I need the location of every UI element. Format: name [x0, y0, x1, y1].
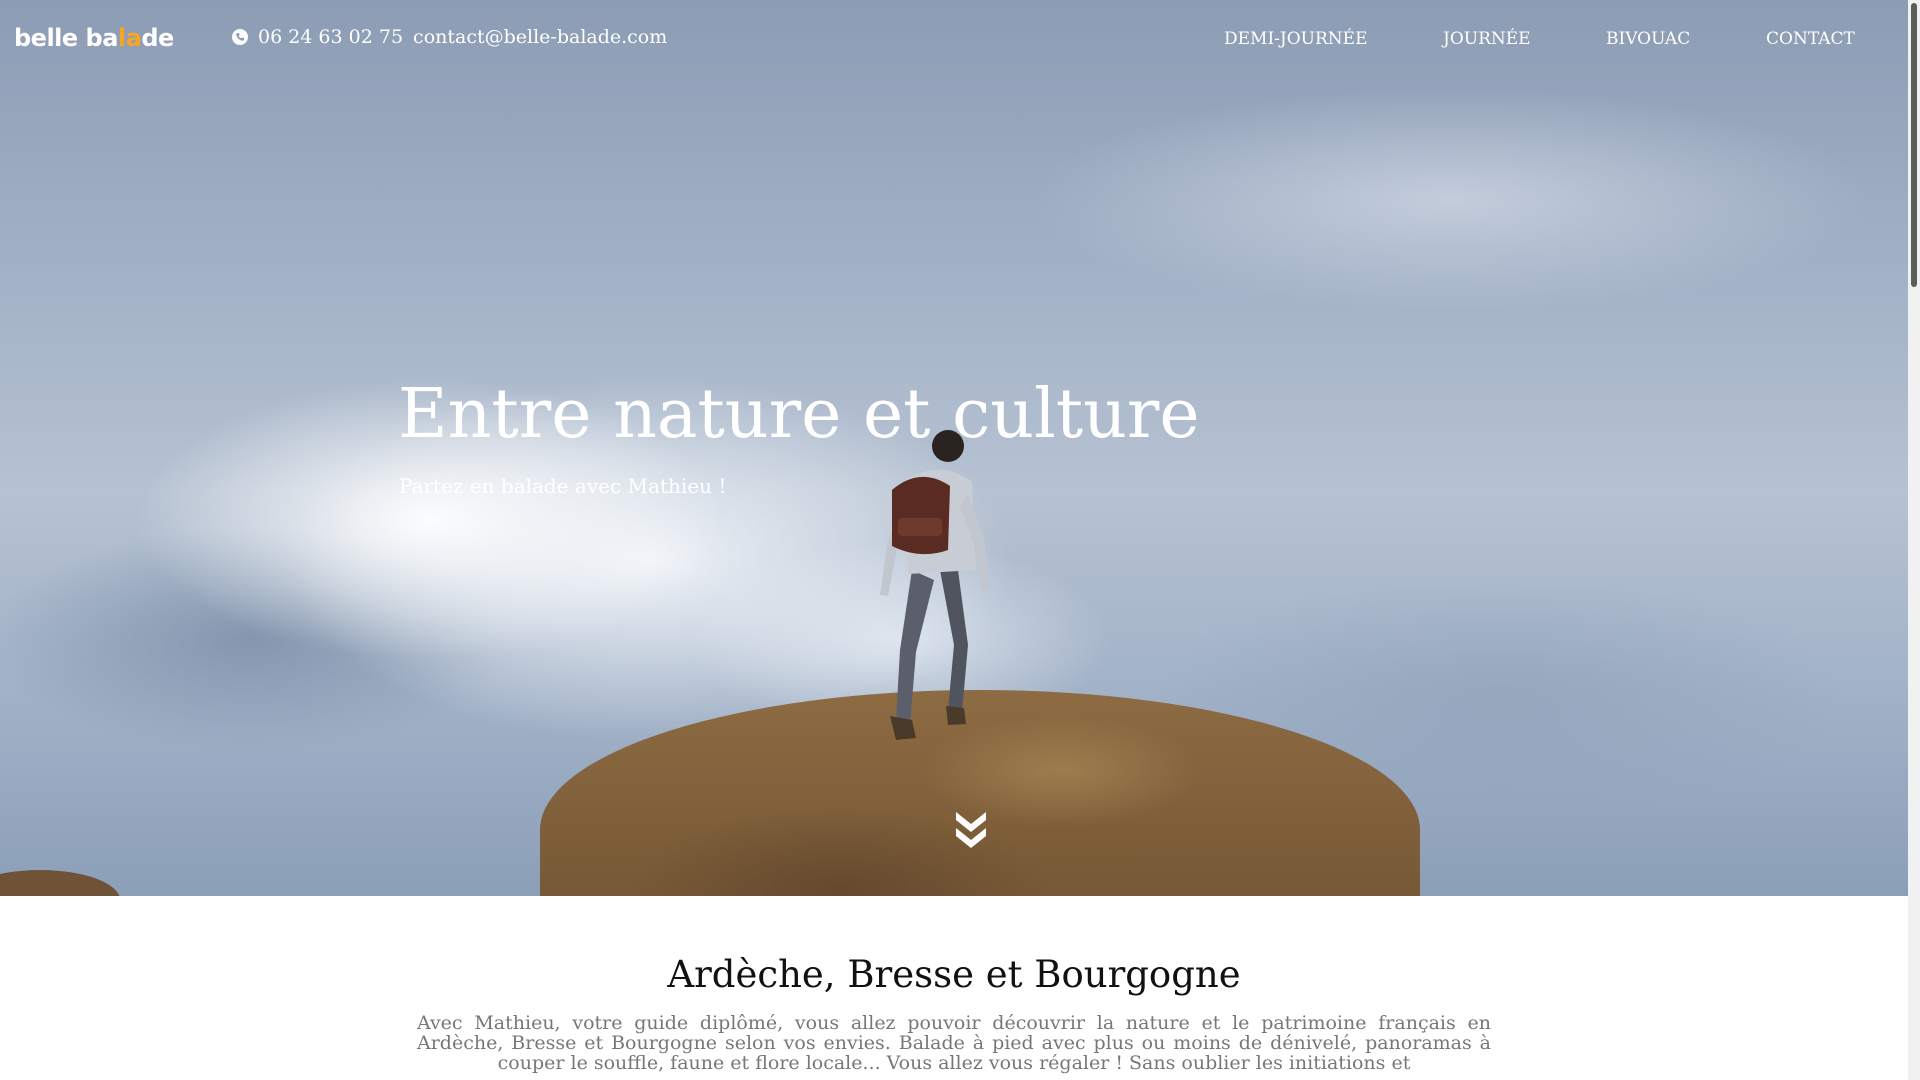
section-title: Ardèche, Bresse et Bourgogne	[667, 953, 1241, 996]
nav-journee[interactable]: JOURNÉE	[1443, 29, 1531, 49]
intro-paragraph: Avec Mathieu, votre guide diplômé, vous …	[417, 1012, 1491, 1074]
page-scrollbar[interactable]	[1908, 0, 1920, 1080]
rock-left	[0, 870, 120, 896]
hero-title: Entre nature et culture	[398, 375, 1200, 454]
nav-contact[interactable]: CONTACT	[1766, 29, 1855, 49]
hiker-figure	[880, 430, 990, 740]
scrollbar-thumb[interactable]	[1911, 3, 1917, 287]
nav-demi-journee[interactable]: DEMI-JOURNÉE	[1224, 29, 1367, 49]
double-chevron-down-icon[interactable]	[952, 808, 990, 852]
main-nav: DEMI-JOURNÉE JOURNÉE BIVOUAC CONTACT	[0, 29, 1920, 53]
hero-subtitle: Partez en balade avec Mathieu !	[399, 474, 727, 498]
nav-bivouac[interactable]: BIVOUAC	[1606, 29, 1690, 49]
